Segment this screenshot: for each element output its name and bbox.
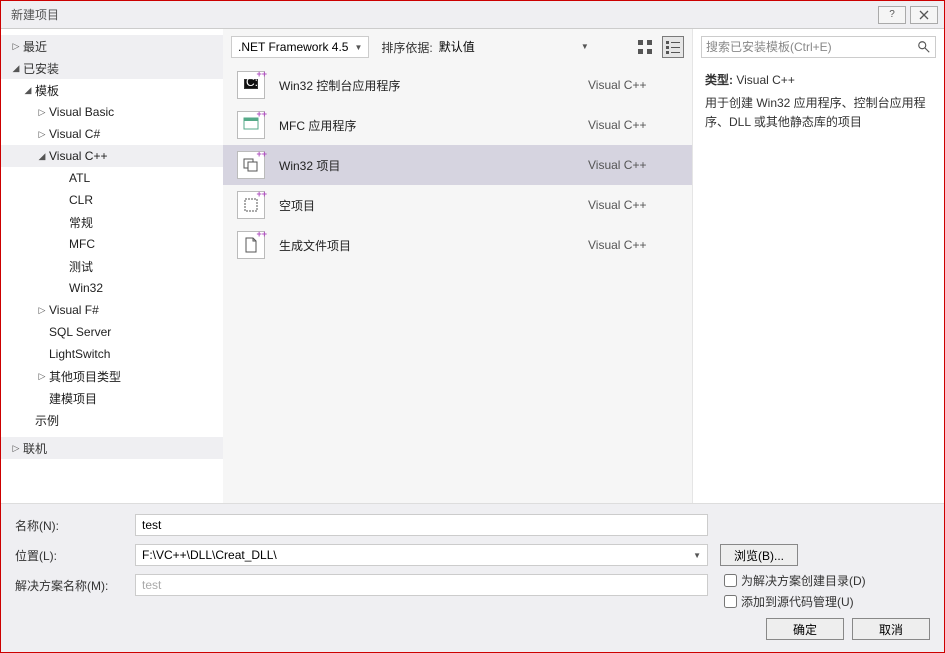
close-icon xyxy=(919,10,929,20)
sidebar-item-general[interactable]: 常规 xyxy=(1,211,223,233)
chevron-right-icon xyxy=(9,443,23,454)
list-icon xyxy=(666,40,680,54)
chevron-right-icon xyxy=(35,107,49,118)
template-icon xyxy=(237,111,265,139)
template-icon xyxy=(237,191,265,219)
sort-select[interactable]: 默认值 ▼ xyxy=(439,36,589,58)
sidebar-templates[interactable]: 模板 xyxy=(1,79,223,101)
search-box[interactable] xyxy=(701,36,936,58)
framework-select[interactable]: .NET Framework 4.5 ▼ xyxy=(231,36,369,58)
location-input[interactable] xyxy=(142,548,693,562)
template-icon xyxy=(237,151,265,179)
sidebar-item-visual-basic[interactable]: Visual Basic xyxy=(1,101,223,123)
sidebar-item-lightswitch[interactable]: LightSwitch xyxy=(1,343,223,365)
chevron-right-icon xyxy=(35,305,49,316)
toolbar: .NET Framework 4.5 ▼ 排序依据: 默认值 ▼ xyxy=(223,29,692,65)
sidebar-item-visual-cpp[interactable]: Visual C++ xyxy=(1,145,223,167)
close-button[interactable] xyxy=(910,6,938,24)
search-icon xyxy=(917,40,931,54)
window-title: 新建项目 xyxy=(11,6,874,23)
grid-icon xyxy=(638,40,652,54)
sidebar-item-clr[interactable]: CLR xyxy=(1,189,223,211)
sidebar-online[interactable]: 联机 xyxy=(1,437,223,459)
template-icon: C:\ xyxy=(237,71,265,99)
sidebar-item-atl[interactable]: ATL xyxy=(1,167,223,189)
sidebar: 最近 已安装 模板 Visual Basic Visual C# Visual … xyxy=(1,29,223,503)
cancel-button[interactable]: 取消 xyxy=(852,618,930,640)
sidebar-recent[interactable]: 最近 xyxy=(1,35,223,57)
template-item-mfc-app[interactable]: MFC 应用程序 Visual C++ xyxy=(223,105,692,145)
sidebar-item-modeling[interactable]: 建模项目 xyxy=(1,387,223,409)
location-field[interactable]: ▼ xyxy=(135,544,708,566)
view-list-button[interactable] xyxy=(662,36,684,58)
sidebar-item-sql-server[interactable]: SQL Server xyxy=(1,321,223,343)
sort-by-label: 排序依据: xyxy=(381,39,432,56)
location-label: 位置(L): xyxy=(15,547,127,564)
solution-name-field xyxy=(135,574,708,596)
svg-text:C:\: C:\ xyxy=(246,77,259,89)
template-item-win32-console[interactable]: C:\ Win32 控制台应用程序 Visual C++ xyxy=(223,65,692,105)
ok-button[interactable]: 确定 xyxy=(766,618,844,640)
chevron-right-icon xyxy=(35,129,49,140)
name-field[interactable] xyxy=(135,514,708,536)
sidebar-item-win32[interactable]: Win32 xyxy=(1,277,223,299)
chevron-right-icon xyxy=(9,41,23,52)
sidebar-item-visual-fsharp[interactable]: Visual F# xyxy=(1,299,223,321)
sidebar-item-test[interactable]: 测试 xyxy=(1,255,223,277)
title-bar: 新建项目 ? xyxy=(1,1,944,29)
template-item-win32-project[interactable]: Win32 项目 Visual C++ xyxy=(223,145,692,185)
chevron-down-icon xyxy=(9,63,23,74)
caret-down-icon: ▼ xyxy=(354,43,362,52)
name-label: 名称(N): xyxy=(15,517,127,534)
caret-down-icon: ▼ xyxy=(693,551,701,560)
source-control-checkbox[interactable]: 添加到源代码管理(U) xyxy=(724,593,930,610)
template-item-makefile-project[interactable]: 生成文件项目 Visual C++ xyxy=(223,225,692,265)
template-icon xyxy=(237,231,265,259)
name-input[interactable] xyxy=(142,518,701,532)
sidebar-installed[interactable]: 已安装 xyxy=(1,57,223,79)
sidebar-samples[interactable]: 示例 xyxy=(1,409,223,431)
sidebar-item-other-types[interactable]: 其他项目类型 xyxy=(1,365,223,387)
template-list: C:\ Win32 控制台应用程序 Visual C++ MFC 应用程序 Vi… xyxy=(223,65,692,503)
chevron-right-icon xyxy=(35,371,49,382)
caret-down-icon: ▼ xyxy=(581,42,589,51)
template-description: 类型: Visual C++ 用于创建 Win32 应用程序、控制台应用程序、D… xyxy=(693,65,944,139)
sidebar-item-mfc[interactable]: MFC xyxy=(1,233,223,255)
template-item-empty-project[interactable]: 空项目 Visual C++ xyxy=(223,185,692,225)
help-button[interactable]: ? xyxy=(878,6,906,24)
solution-name-label: 解决方案名称(M): xyxy=(15,577,127,594)
chevron-down-icon xyxy=(21,85,35,96)
sidebar-item-visual-csharp[interactable]: Visual C# xyxy=(1,123,223,145)
view-large-icons-button[interactable] xyxy=(634,36,656,58)
solution-name-input xyxy=(142,578,701,592)
search-input[interactable] xyxy=(706,40,917,54)
browse-button[interactable]: 浏览(B)... xyxy=(720,544,798,566)
chevron-down-icon xyxy=(35,151,49,162)
create-dir-checkbox[interactable]: 为解决方案创建目录(D) xyxy=(724,572,930,589)
bottom-panel: 名称(N): 位置(L): ▼ 解决方案名称(M): 浏览(B)... 为解 xyxy=(1,503,944,652)
